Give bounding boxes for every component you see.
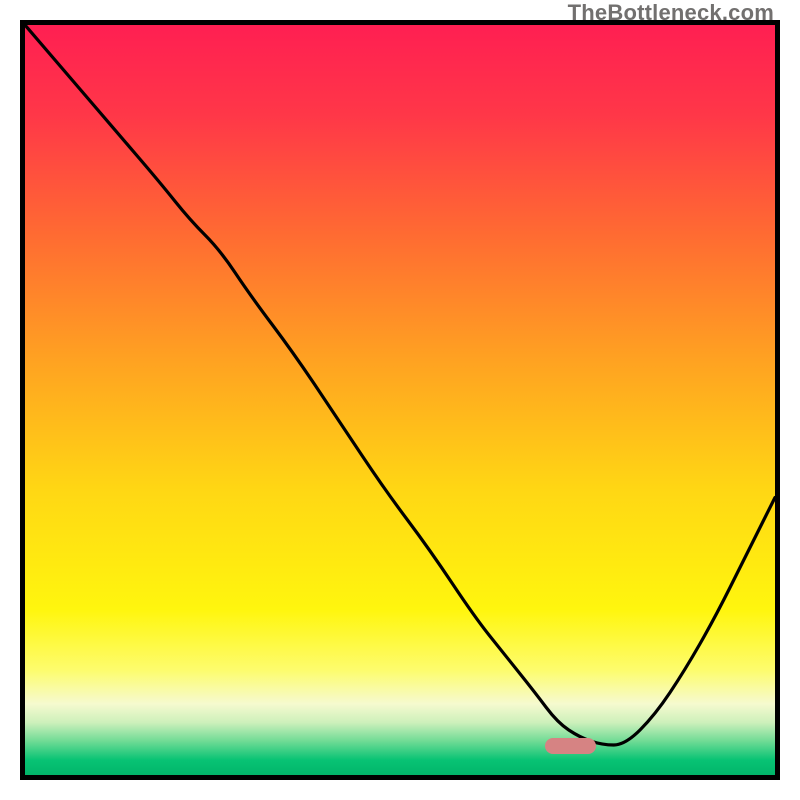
chart-curve	[25, 25, 775, 775]
optimal-point-marker	[545, 738, 596, 755]
chart-frame	[20, 20, 780, 780]
